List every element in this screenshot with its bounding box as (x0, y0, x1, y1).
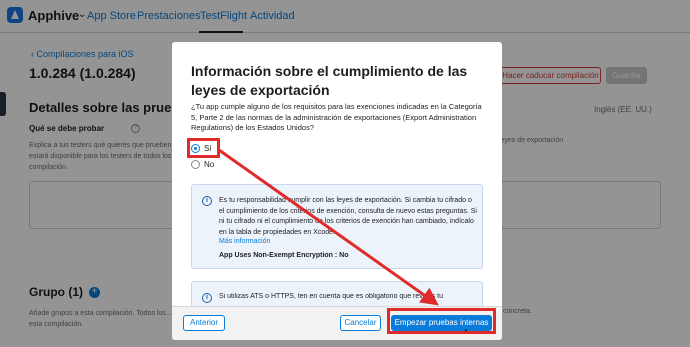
option-no-label: No (204, 160, 215, 169)
compliance-question: ¿Tu app cumple alguno de los requisitos … (191, 102, 482, 132)
info-icon: i (202, 196, 212, 206)
export-compliance-modal: Información sobre el cumplimiento de las… (172, 42, 502, 340)
modal-title: Información sobre el cumplimiento de las… (191, 63, 468, 98)
ats-info-text: Si utilizas ATS o HTTPS, ten en cuenta q… (219, 293, 443, 300)
more-info-link[interactable]: Más información (219, 238, 270, 245)
cancel-button[interactable]: Cancelar (340, 315, 381, 331)
previous-button[interactable]: Anterior (183, 315, 225, 331)
encryption-key-note: App Uses Non-Exempt Encryption : No (219, 252, 349, 259)
compliance-info-text: Es tu responsabilidad cumplir con las le… (219, 197, 477, 236)
mouse-cursor-icon: ◔ (462, 326, 469, 337)
compliance-info-box: i Es tu responsabilidad cumplir con las … (191, 184, 483, 269)
info-icon: i (202, 293, 212, 303)
radio-no[interactable] (191, 160, 200, 169)
highlight-box-si (187, 138, 220, 158)
highlight-box-start (387, 308, 496, 334)
